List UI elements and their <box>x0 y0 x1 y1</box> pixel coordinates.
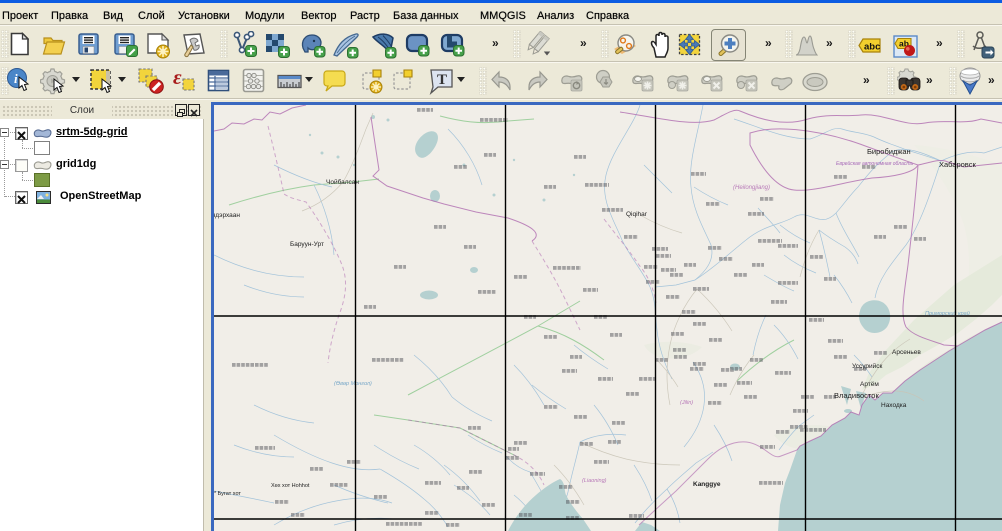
svg-text:Артём: Артём <box>860 381 879 388</box>
svg-text:ε: ε <box>173 67 182 89</box>
svg-text:Баруун-Урт: Баруун-Урт <box>290 241 324 248</box>
svg-text:Хабаровск: Хабаровск <box>939 160 976 169</box>
svg-text:Kanggye: Kanggye <box>693 481 721 488</box>
svg-text:Владивосток: Владивосток <box>834 391 879 400</box>
svg-text:Чойбалсан: Чойбалсан <box>326 178 359 186</box>
svg-text:abc: abc <box>864 42 880 53</box>
svg-text:(Liaoning): (Liaoning) <box>582 478 607 484</box>
svg-text:(Өвөр Монгол): (Өвөр Монгол) <box>334 381 372 387</box>
svg-text:Еврейская автономная область: Еврейская автономная область <box>836 160 914 167</box>
svg-text:* Бугат хот: * Бугат хот <box>214 491 241 497</box>
svg-text:(Heilongjiang): (Heilongjiang) <box>733 185 770 191</box>
svg-text:Эндэрхаан: Эндэрхаан <box>214 212 240 219</box>
svg-text:Биробиджан: Биробиджан <box>867 147 911 156</box>
svg-text:Уссурийск: Уссурийск <box>852 362 882 370</box>
svg-text:Qiqihar: Qiqihar <box>626 211 648 218</box>
svg-text:(Jilin): (Jilin) <box>680 400 693 406</box>
svg-text:i: i <box>14 71 18 86</box>
svg-text:Находка: Находка <box>881 402 907 409</box>
svg-text:T: T <box>437 72 447 88</box>
svg-text:Арсеньев: Арсеньев <box>892 349 921 356</box>
svg-text:Хөх хот Hohhot: Хөх хот Hohhot <box>271 483 310 489</box>
